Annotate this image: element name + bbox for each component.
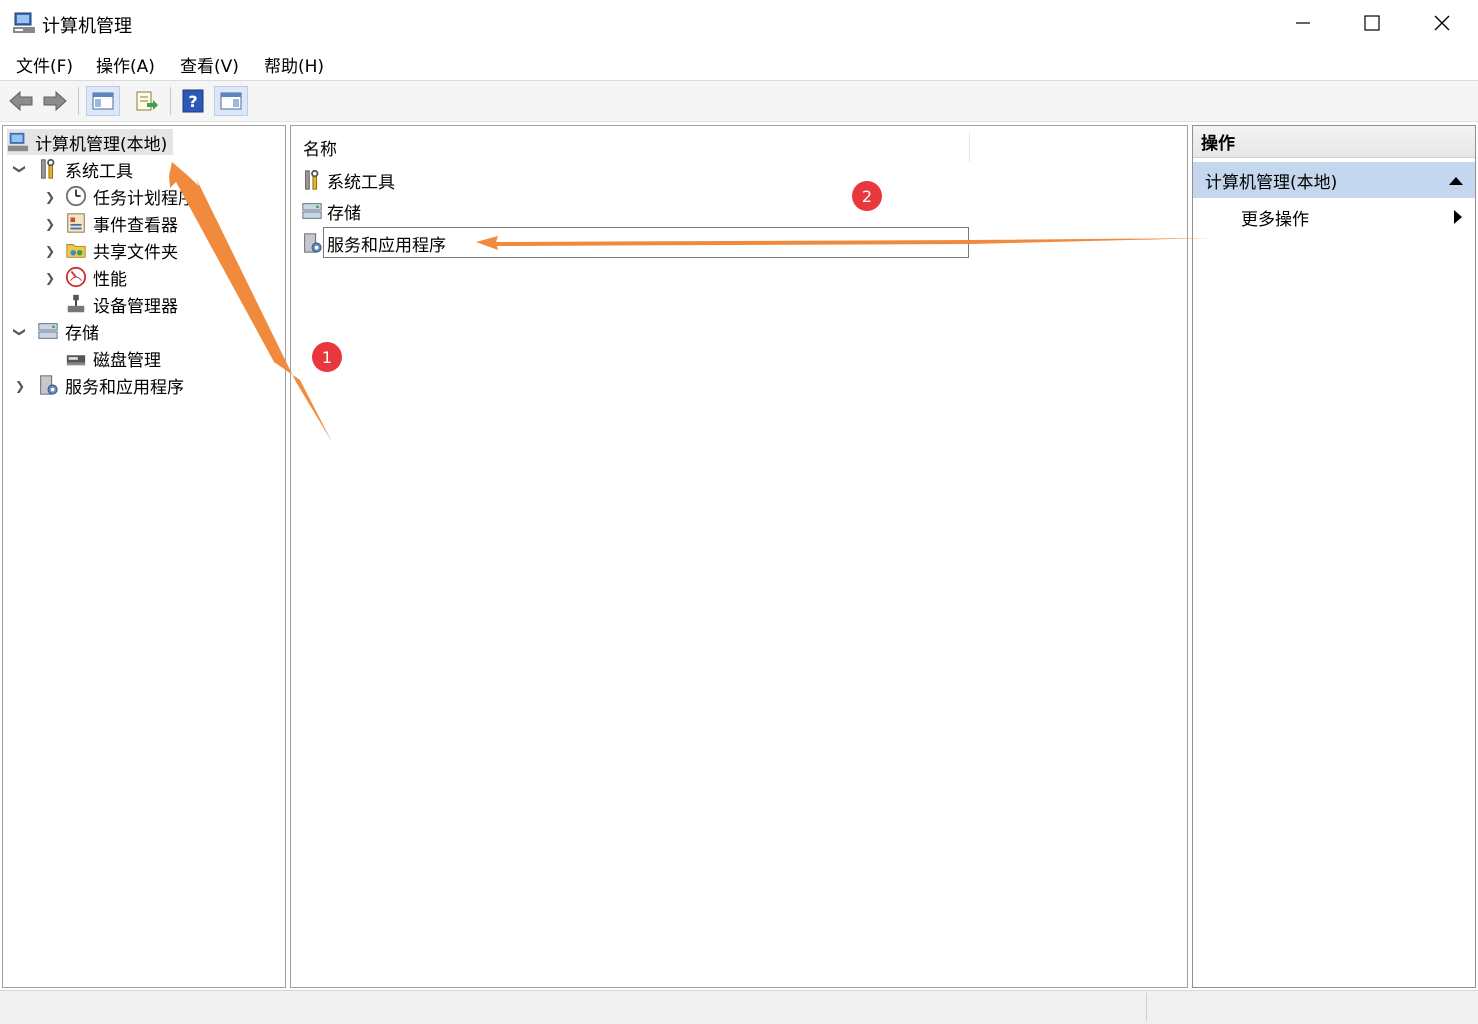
svg-text:?: ? (188, 92, 197, 111)
tree-item-services-applications[interactable]: 服务和应用程序 (37, 372, 184, 398)
chevron-right-icon[interactable]: ❯ (45, 244, 55, 258)
close-button[interactable] (1407, 0, 1477, 46)
collapse-up-icon[interactable] (1449, 175, 1463, 185)
actions-group-computer-management[interactable]: 计算机管理(本地) (1193, 162, 1475, 198)
services-applications-icon (40, 375, 58, 395)
toolbar: ? (0, 81, 1478, 122)
disk-management-icon (66, 355, 86, 366)
maximize-icon (1364, 15, 1380, 31)
console-tree-pane: 计算机管理(本地) ❯ 系统工具 ❯ 任务计划程序 ❯ 事件查看器 ❯ 共享文件… (2, 125, 286, 988)
maximize-button[interactable] (1337, 0, 1407, 46)
console-tree-icon (92, 92, 114, 110)
column-header-name[interactable]: 名称 (303, 135, 337, 160)
chevron-right-icon[interactable]: ❯ (15, 379, 25, 393)
menu-bar: 文件(F) 操作(A) 查看(V) 帮助(H) (0, 46, 1478, 81)
computer-management-icon (13, 12, 35, 33)
submenu-arrow-icon (1454, 210, 1462, 224)
menu-action[interactable]: 操作(A) (96, 52, 155, 77)
export-list-icon (136, 91, 158, 111)
tree-item-storage[interactable]: 存储 (37, 318, 99, 344)
help-icon: ? (182, 89, 204, 113)
tree-item-event-viewer[interactable]: 事件查看器 (65, 210, 178, 236)
actions-group-label: 计算机管理(本地) (1205, 172, 1338, 193)
tree-item-performance[interactable]: 性能 (65, 264, 127, 290)
close-icon (1434, 15, 1450, 31)
chevron-down-icon[interactable]: ❯ (13, 164, 27, 174)
event-viewer-icon (67, 213, 85, 233)
system-tools-icon (41, 158, 55, 179)
tree-item-label: 事件查看器 (93, 215, 178, 236)
chevron-right-icon[interactable]: ❯ (45, 190, 55, 204)
forward-button[interactable] (40, 86, 70, 116)
tree-item-task-scheduler[interactable]: 任务计划程序 (65, 183, 195, 209)
status-divider (1146, 993, 1147, 1021)
services-applications-icon (304, 233, 322, 253)
more-actions-label: 更多操作 (1241, 209, 1309, 230)
tree-item-label: 共享文件夹 (93, 242, 178, 263)
back-arrow-icon (9, 90, 33, 112)
column-divider[interactable] (969, 132, 970, 162)
actions-pane: 操作 计算机管理(本地) 更多操作 (1192, 125, 1476, 988)
tree-item-system-tools[interactable]: 系统工具 (37, 156, 133, 182)
tree-item-label: 服务和应用程序 (65, 377, 184, 398)
annotation-badge-1: 1 (312, 342, 342, 372)
device-manager-icon (67, 294, 85, 313)
window-title: 计算机管理 (42, 16, 132, 37)
performance-gauge-icon (65, 266, 87, 288)
chevron-down-icon[interactable]: ❯ (13, 327, 27, 337)
forward-arrow-icon (43, 90, 67, 112)
list-item-label: 系统工具 (327, 172, 395, 193)
tree-item-label: 磁盘管理 (93, 350, 161, 371)
status-bar (0, 990, 1478, 1024)
clock-icon (65, 185, 87, 207)
annotation-badge-2: 2 (852, 181, 882, 211)
list-item-label: 存储 (327, 203, 361, 224)
action-pane-icon (220, 92, 242, 110)
list-item-storage[interactable]: 存储 (301, 198, 361, 224)
system-tools-icon (305, 169, 319, 190)
storage-icon (302, 203, 322, 219)
toolbar-separator (78, 87, 79, 115)
minimize-icon (1296, 22, 1310, 24)
toolbar-separator (170, 87, 171, 115)
tree-item-label: 系统工具 (65, 161, 133, 182)
back-button[interactable] (6, 86, 36, 116)
chevron-right-icon[interactable]: ❯ (45, 271, 55, 285)
export-list-button[interactable] (132, 86, 162, 116)
list-item-services-applications[interactable]: 服务和应用程序 (301, 230, 446, 256)
tree-item-label: 存储 (65, 323, 99, 344)
title-bar: 计算机管理 (0, 0, 1478, 46)
tree-item-disk-management[interactable]: 磁盘管理 (65, 345, 161, 371)
show-hide-action-pane-button[interactable] (214, 86, 248, 116)
list-view-pane: 名称 系统工具 存储 服务和应用程序 (290, 125, 1188, 988)
storage-icon (38, 323, 58, 339)
actions-header: 操作 (1193, 126, 1475, 158)
tree-item-computer-management[interactable]: 计算机管理(本地) (7, 129, 174, 155)
tree-item-label: 计算机管理(本地) (35, 134, 168, 155)
more-actions-item[interactable]: 更多操作 (1193, 202, 1475, 232)
tree-item-shared-folders[interactable]: 共享文件夹 (65, 237, 178, 263)
tree-item-device-manager[interactable]: 设备管理器 (65, 291, 178, 317)
tree-item-label: 任务计划程序 (93, 188, 195, 209)
menu-file[interactable]: 文件(F) (16, 52, 73, 77)
help-button[interactable]: ? (178, 86, 208, 116)
minimize-button[interactable] (1268, 0, 1338, 46)
tree-item-label: 设备管理器 (93, 296, 178, 317)
list-item-label: 服务和应用程序 (327, 235, 446, 256)
menu-help[interactable]: 帮助(H) (264, 52, 324, 77)
shared-folder-icon (66, 244, 86, 258)
computer-management-icon (7, 132, 29, 152)
show-hide-console-tree-button[interactable] (86, 86, 120, 116)
tree-item-label: 性能 (93, 269, 127, 290)
list-item-system-tools[interactable]: 系统工具 (301, 167, 395, 193)
menu-view[interactable]: 查看(V) (180, 52, 239, 77)
chevron-right-icon[interactable]: ❯ (45, 217, 55, 231)
